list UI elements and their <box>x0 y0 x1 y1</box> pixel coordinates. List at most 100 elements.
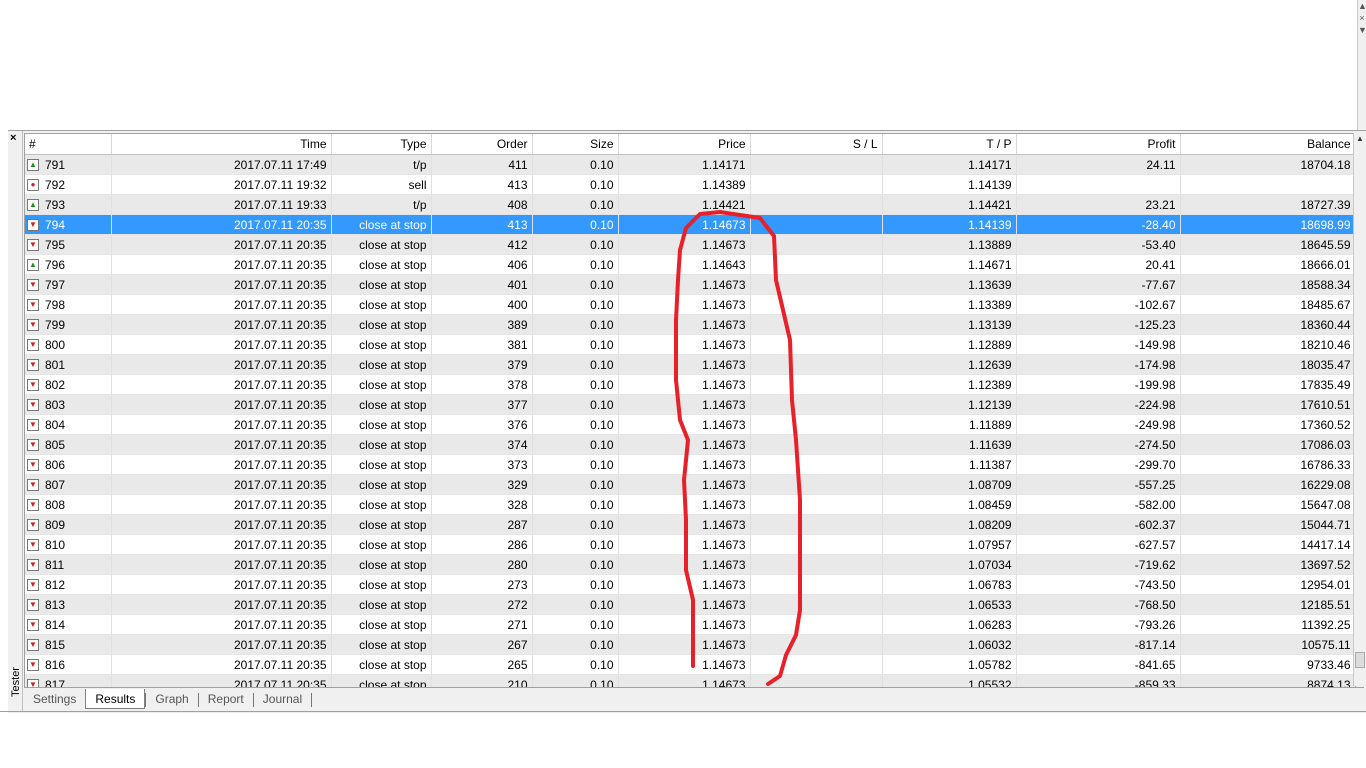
cell-size: 0.10 <box>532 234 619 255</box>
cell-num: ▲ 793 <box>25 194 112 215</box>
column-header-time[interactable]: Time <box>111 134 332 155</box>
table-row[interactable]: ▲ 791 2017.07.11 17:49 t/p 411 0.10 1.14171 1.1… <box>25 154 1355 175</box>
cell-order: 408 <box>431 194 533 215</box>
cell-order: 379 <box>431 354 533 375</box>
row-number: 808 <box>45 497 66 512</box>
column-header-num[interactable]: # <box>25 134 112 155</box>
column-header-profit[interactable]: Profit <box>1016 134 1181 155</box>
table-row[interactable]: ▼ 794 2017.07.11 20:35 close at stop 413 0.10… <box>25 214 1355 235</box>
cell-type: close at stop <box>331 334 432 355</box>
close-icon[interactable]: × <box>1358 12 1366 24</box>
table-row[interactable]: ▼ 805 2017.07.11 20:35 close at stop 374 0.10… <box>25 434 1355 455</box>
row-number: 815 <box>45 637 66 652</box>
cell-balance: 18727.39 <box>1180 194 1355 215</box>
table-row[interactable]: ● 792 2017.07.11 19:32 sell 413 0.10 1.14389 1.… <box>25 174 1355 195</box>
table-row[interactable]: ▼ 814 2017.07.11 20:35 close at stop 271 0.10… <box>25 614 1355 635</box>
outer-scrollbar[interactable]: ▲ × ▼ <box>1357 0 1366 130</box>
table-row[interactable]: ▼ 798 2017.07.11 20:35 close at stop 400 0.10… <box>25 294 1355 315</box>
table-row[interactable]: ▼ 802 2017.07.11 20:35 close at stop 378 0.10… <box>25 374 1355 395</box>
tab-graph[interactable]: Graph <box>146 689 197 709</box>
column-header-type[interactable]: Type <box>331 134 432 155</box>
tab-results[interactable]: Results <box>85 689 146 709</box>
cell-type: close at stop <box>331 514 432 535</box>
table-vertical-scrollbar[interactable]: ▲ <box>1353 133 1366 686</box>
table-row[interactable]: ▼ 815 2017.07.11 20:35 close at stop 267 0.10… <box>25 634 1355 655</box>
table-row[interactable]: ▼ 801 2017.07.11 20:35 close at stop 379 0.10… <box>25 354 1355 375</box>
table-row[interactable]: ▼ 800 2017.07.11 20:35 close at stop 381 0.10… <box>25 334 1355 355</box>
arrow-down-icon: ▼ <box>27 379 39 392</box>
cell-profit: -602.37 <box>1016 514 1181 535</box>
scroll-down-arrow-icon[interactable]: ▼ <box>1358 24 1366 36</box>
cell-profit: -719.62 <box>1016 554 1181 575</box>
row-number: 802 <box>45 377 66 392</box>
cell-balance: 9733.46 <box>1180 654 1355 675</box>
tester-side-bar: × Tester <box>8 131 23 711</box>
cell-balance: 18645.59 <box>1180 234 1355 255</box>
cell-profit: -224.98 <box>1016 394 1181 415</box>
cell-size: 0.10 <box>532 294 619 315</box>
column-header-balance[interactable]: Balance <box>1180 134 1355 155</box>
cell-type: close at stop <box>331 474 432 495</box>
cell-num: ▼ 799 <box>25 314 112 335</box>
column-header-price[interactable]: Price <box>618 134 751 155</box>
table-row[interactable]: ▼ 811 2017.07.11 20:35 close at stop 280 0.10… <box>25 554 1355 575</box>
cell-size: 0.10 <box>532 634 619 655</box>
column-header-tp[interactable]: T / P <box>882 134 1017 155</box>
table-row[interactable]: ▼ 813 2017.07.11 20:35 close at stop 272 0.10… <box>25 594 1355 615</box>
scroll-thumb[interactable] <box>1355 652 1365 668</box>
table-row[interactable]: ▼ 809 2017.07.11 20:35 close at stop 287 0.10… <box>25 514 1355 535</box>
table-row[interactable]: ▼ 816 2017.07.11 20:35 close at stop 265 0.10… <box>25 654 1355 675</box>
tab-journal[interactable]: Journal <box>254 689 311 709</box>
table-row[interactable]: ▼ 803 2017.07.11 20:35 close at stop 377 0.10… <box>25 394 1355 415</box>
row-number: 805 <box>45 437 66 452</box>
cell-tp: 1.07957 <box>882 534 1017 555</box>
table-row[interactable]: ▲ 793 2017.07.11 19:33 t/p 408 0.10 1.14421 1.1… <box>25 194 1355 215</box>
cell-price: 1.14673 <box>618 334 751 355</box>
cell-size: 0.10 <box>532 514 619 535</box>
cell-profit: -28.40 <box>1016 214 1181 235</box>
cell-order: 412 <box>431 234 533 255</box>
column-header-order[interactable]: Order <box>431 134 533 155</box>
table-row[interactable]: ▼ 799 2017.07.11 20:35 close at stop 389 0.10… <box>25 314 1355 335</box>
table-row[interactable]: ▲ 796 2017.07.11 20:35 close at stop 406 0.10… <box>25 254 1355 275</box>
arrow-down-icon: ▼ <box>27 299 39 312</box>
scroll-up-icon[interactable]: ▲ <box>1354 133 1366 145</box>
cell-type: t/p <box>331 194 432 215</box>
cell-size: 0.10 <box>532 574 619 595</box>
close-panel-icon[interactable]: × <box>10 132 16 144</box>
cell-order: 328 <box>431 494 533 515</box>
arrow-down-icon: ▼ <box>27 459 39 472</box>
table-row[interactable]: ▼ 808 2017.07.11 20:35 close at stop 328 0.10… <box>25 494 1355 515</box>
cell-profit: -77.67 <box>1016 274 1181 295</box>
cell-sl <box>750 494 883 515</box>
cell-size: 0.10 <box>532 654 619 675</box>
table-row[interactable]: ▼ 804 2017.07.11 20:35 close at stop 376 0.10… <box>25 414 1355 435</box>
scroll-up-arrow-icon[interactable]: ▲ <box>1358 0 1366 12</box>
column-header-size[interactable]: Size <box>532 134 619 155</box>
table-row[interactable]: ▼ 810 2017.07.11 20:35 close at stop 286 0.10… <box>25 534 1355 555</box>
tab-separator <box>311 692 313 707</box>
column-header-sl[interactable]: S / L <box>750 134 883 155</box>
cell-time: 2017.07.11 20:35 <box>111 434 332 455</box>
table-row[interactable]: ▼ 797 2017.07.11 20:35 close at stop 401 0.10… <box>25 274 1355 295</box>
table-row[interactable]: ▼ 817 2017.07.11 20:35 close at stop 210 0.10… <box>25 674 1355 687</box>
table-row[interactable]: ▼ 807 2017.07.11 20:35 close at stop 329 0.10… <box>25 474 1355 495</box>
tab-report[interactable]: Report <box>199 689 253 709</box>
table-row[interactable]: ▼ 812 2017.07.11 20:35 close at stop 273 0.10… <box>25 574 1355 595</box>
cell-num: ▼ 806 <box>25 454 112 475</box>
table-row[interactable]: ▼ 795 2017.07.11 20:35 close at stop 412 0.10… <box>25 234 1355 255</box>
cell-order: 280 <box>431 554 533 575</box>
cell-price: 1.14673 <box>618 214 751 235</box>
arrow-down-icon: ▼ <box>27 239 39 252</box>
cell-size: 0.10 <box>532 174 619 195</box>
cell-tp: 1.12889 <box>882 334 1017 355</box>
cell-num: ▼ 807 <box>25 474 112 495</box>
cell-sl <box>750 374 883 395</box>
cell-size: 0.10 <box>532 254 619 275</box>
cell-tp: 1.14171 <box>882 154 1017 175</box>
cell-num: ▲ 791 <box>25 154 112 175</box>
cell-order: 401 <box>431 274 533 295</box>
tab-settings[interactable]: Settings <box>24 689 85 709</box>
table-row[interactable]: ▼ 806 2017.07.11 20:35 close at stop 373 0.10… <box>25 454 1355 475</box>
arrow-down-icon: ▼ <box>27 619 39 632</box>
